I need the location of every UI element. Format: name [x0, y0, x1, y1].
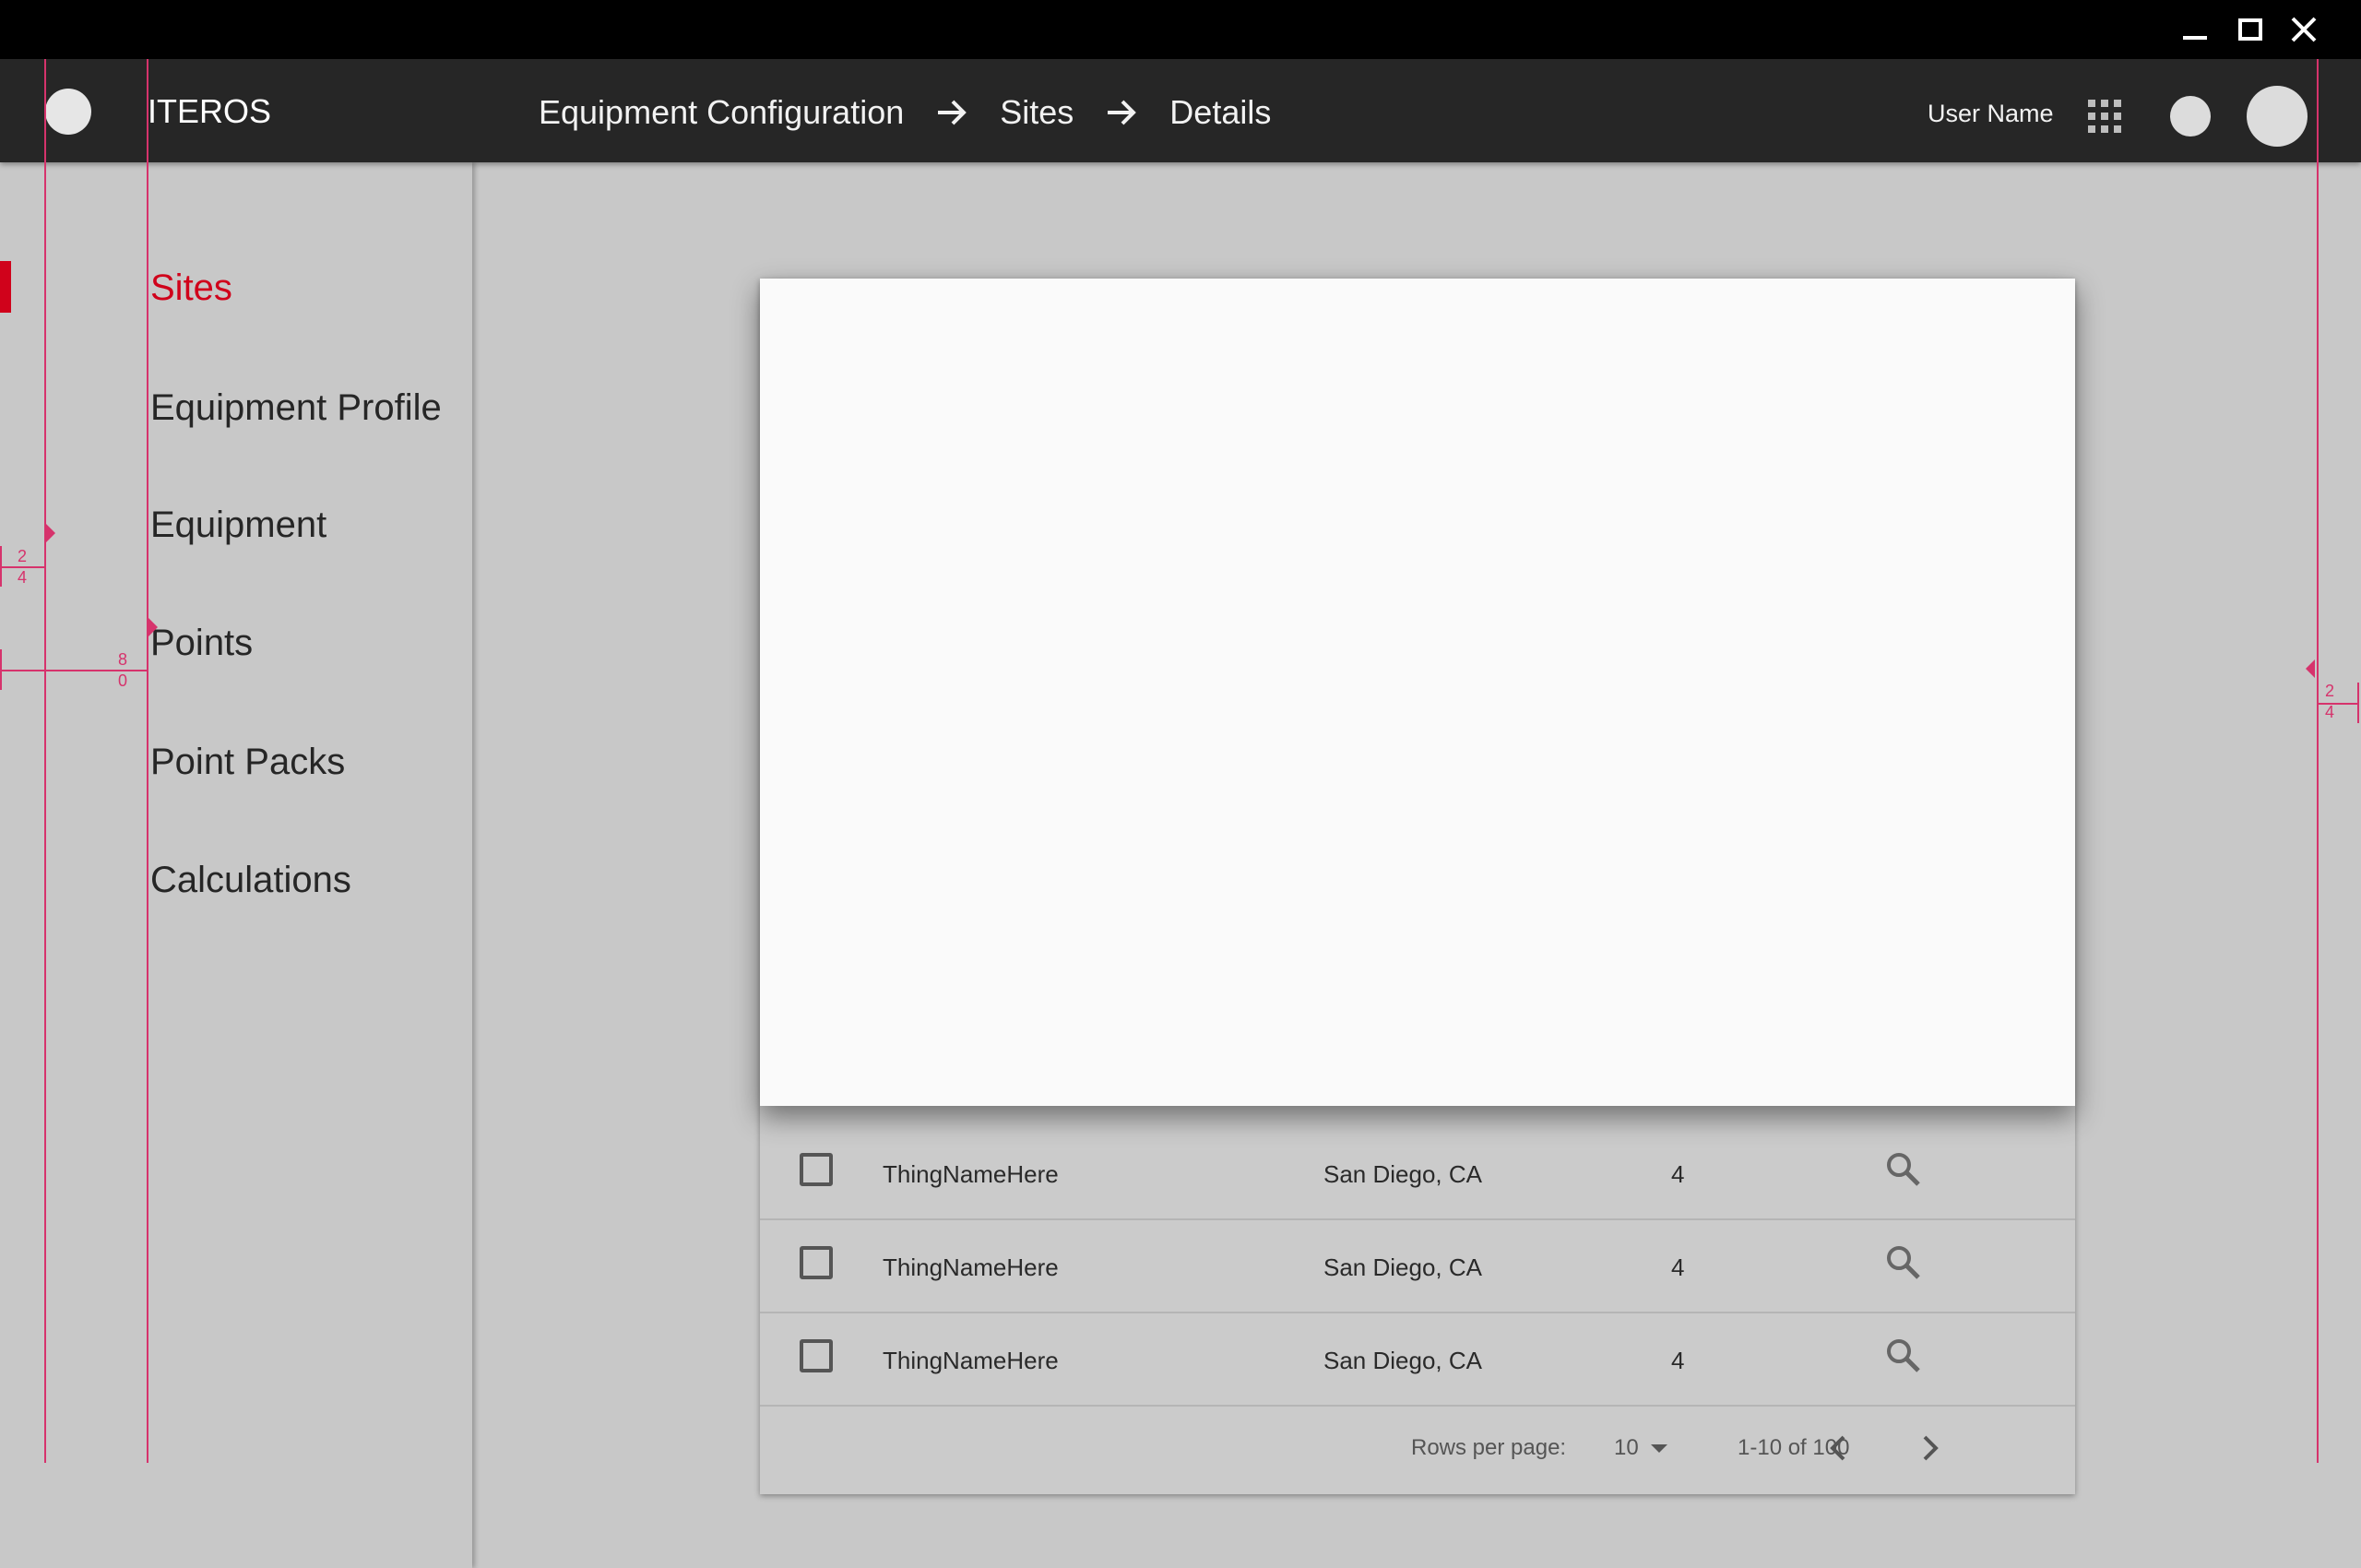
cell-count: 4: [1671, 1160, 1685, 1188]
guide-marker-icon: [46, 524, 55, 542]
user-name[interactable]: User Name: [1928, 100, 2054, 128]
guide-marker-icon: [2306, 659, 2315, 678]
cell-name: ThingNameHere: [883, 1347, 1059, 1374]
search-icon[interactable]: [1883, 1149, 1924, 1190]
table-row[interactable]: ThingNameHere San Diego, CA 4: [760, 1220, 2075, 1313]
breadcrumb-item-sites[interactable]: Sites: [1000, 93, 1074, 132]
guide-marker-icon: [148, 618, 158, 636]
dialog-panel: [760, 279, 2075, 1106]
maximize-button[interactable]: [2232, 13, 2269, 46]
sidebar-item-sites[interactable]: Sites: [150, 267, 232, 309]
guide-label: 4: [17, 568, 27, 587]
search-icon[interactable]: [1883, 1336, 1924, 1376]
window-titlebar: [0, 0, 2361, 59]
row-checkbox[interactable]: [800, 1153, 833, 1186]
cell-location: San Diego, CA: [1323, 1253, 1482, 1281]
close-icon: [2291, 17, 2317, 42]
cell-location: San Diego, CA: [1323, 1160, 1482, 1188]
dropdown-caret-icon[interactable]: [1651, 1444, 1667, 1453]
chevron-left-icon[interactable]: [1821, 1430, 1857, 1467]
cell-count: 4: [1671, 1253, 1685, 1281]
sidebar-item-point-packs[interactable]: Point Packs: [150, 742, 345, 783]
table-row[interactable]: ThingNameHere San Diego, CA 4: [760, 1127, 2075, 1220]
sidebar-item-points[interactable]: Points: [150, 623, 253, 664]
guide-line: [2317, 59, 2319, 1463]
row-checkbox[interactable]: [800, 1246, 833, 1279]
guide-label: 8: [117, 650, 127, 669]
breadcrumb-item-details: Details: [1169, 93, 1272, 131]
app-name: ITEROS: [148, 92, 272, 130]
minimize-icon: [2183, 36, 2207, 40]
cell-name: ThingNameHere: [883, 1160, 1059, 1188]
guide-label: 0: [117, 671, 127, 690]
minimize-button[interactable]: [2177, 13, 2213, 46]
notification-icon[interactable]: [2170, 96, 2211, 137]
sidebar-item-calculations[interactable]: Calculations: [150, 860, 351, 901]
active-indicator: [0, 261, 11, 313]
close-button[interactable]: [2285, 13, 2322, 46]
cell-name: ThingNameHere: [883, 1253, 1059, 1281]
apps-grid-icon[interactable]: [2088, 100, 2121, 133]
table-row[interactable]: ThingNameHere San Diego, CA 4: [760, 1313, 2075, 1407]
breadcrumb: Equipment Configuration Sites Details: [539, 85, 1271, 140]
guide-line: [44, 59, 46, 1463]
table-pagination: Rows per page: 10 1-10 of 100: [760, 1406, 2075, 1494]
arrow-right-icon: [1103, 94, 1140, 131]
cell-count: 4: [1671, 1347, 1685, 1374]
sidebar-item-equipment[interactable]: Equipment: [150, 505, 326, 546]
guide-label: 4: [2324, 703, 2334, 721]
breadcrumb-item-equipment-configuration[interactable]: Equipment Configuration: [539, 93, 904, 132]
rows-per-page-select[interactable]: 10: [1614, 1435, 1639, 1461]
maximize-icon: [2238, 18, 2262, 41]
rows-per-page-label: Rows per page:: [1411, 1435, 1567, 1460]
search-icon[interactable]: [1883, 1242, 1924, 1283]
sidebar-item-equipment-profile[interactable]: Equipment Profile: [150, 387, 442, 429]
app-header: ITEROS Equipment Configuration Sites Det…: [0, 59, 2361, 162]
chevron-right-icon[interactable]: [1911, 1430, 1948, 1467]
cell-location: San Diego, CA: [1323, 1347, 1482, 1374]
avatar[interactable]: [2247, 86, 2308, 147]
guide-label: 2: [17, 547, 27, 565]
guide-label: 2: [2324, 682, 2334, 700]
arrow-right-icon: [933, 94, 970, 131]
guide-line: [147, 59, 148, 1463]
sidebar: Sites Equipment Profile Equipment Points…: [0, 162, 472, 1568]
row-checkbox[interactable]: [800, 1339, 833, 1372]
logo-icon[interactable]: [45, 89, 91, 135]
